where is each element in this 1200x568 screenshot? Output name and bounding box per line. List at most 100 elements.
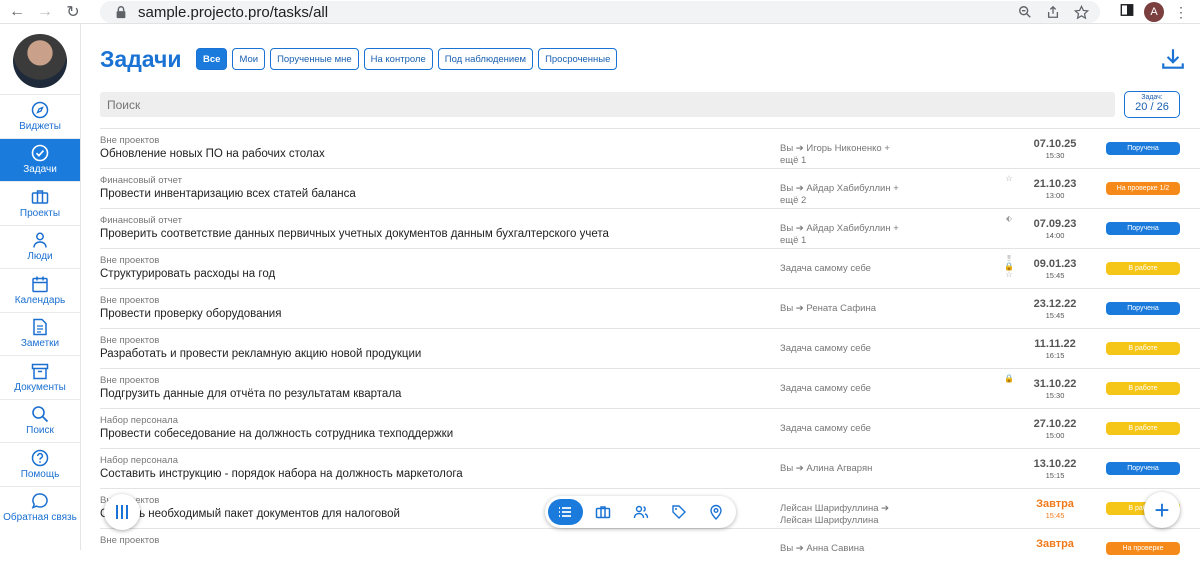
task-row[interactable]: Вне проектов Структурировать расходы на г… [100,248,1200,288]
task-time: 13:00 [1045,191,1065,200]
sidebar-item-briefcase[interactable]: Проекты [0,181,80,225]
sidebar-item-help[interactable]: Помощь [0,442,80,486]
reload-icon[interactable]: ↻ [62,1,84,23]
filter-tabs: Все Мои Порученные мне На контроле Под наблю… [196,48,618,70]
menu-dots-icon[interactable]: ⋮ [1174,4,1188,21]
task-row[interactable]: Вне проектов Обновление новых ПО на рабоч… [100,128,1200,168]
sidebar-item-calendar[interactable]: Календарь [0,268,80,312]
task-row[interactable]: Финансовый отчет Проверить соответствие д… [100,208,1200,248]
sidebar-item-check-circle[interactable]: Задачи [0,137,80,181]
sidebar-item-search[interactable]: Поиск [0,398,80,443]
task-category: Набор персонала [100,455,178,466]
task-category: Вне проектов [100,295,160,306]
download-icon[interactable] [1160,46,1186,72]
note-icon [33,319,47,336]
filter-tab[interactable]: Все [196,48,228,70]
status-badge: Поручена [1106,462,1180,475]
search-icon [32,406,49,423]
sidebar-item-label: Документы [14,381,66,393]
task-time: 15:45 [1045,511,1065,520]
filter-tab[interactable]: На контроле [363,48,433,70]
task-name[interactable]: Провести проверку оборудования [100,308,281,320]
task-counter-label: Задач: [1141,94,1163,101]
sidebar-item-person[interactable]: Люди [0,224,80,269]
briefcase-icon [596,506,611,519]
tags-view-button[interactable] [662,499,696,525]
map-view-button[interactable] [699,499,733,525]
task-date: Завтра [1036,498,1074,510]
archive-icon [31,363,49,379]
side-panel-icon[interactable] [1120,3,1134,22]
sidebar-item-chat[interactable]: Обратная связь [0,485,80,530]
sidebar-item-compass[interactable]: Виджеты [0,94,80,138]
sidebar-item-archive[interactable]: Документы [0,355,80,399]
task-row[interactable]: Финансовый отчет Провести инвентаризацию … [100,168,1200,208]
task-row[interactable]: Набор персонала Провести собеседование на… [100,408,1200,448]
task-row[interactable]: Набор персонала Составить инструкцию - по… [100,448,1200,488]
columns-toggle-button[interactable] [104,494,140,530]
task-category: Финансовый отчет [100,175,182,186]
task-time: 15:15 [1045,471,1065,480]
task-time: 16:15 [1045,351,1065,360]
profile-avatar[interactable]: A [1144,2,1164,22]
task-category: Вне проектов [100,375,160,386]
projects-view-button[interactable] [587,499,621,525]
people-view-button[interactable] [624,499,658,525]
status-badge: В работе [1106,342,1180,355]
person-icon [33,232,47,248]
lock-icon [116,6,126,19]
user-avatar[interactable] [13,34,67,88]
address-bar[interactable]: sample.projecto.pro/tasks/all [100,1,1100,23]
task-name[interactable]: Подгрузить данные для отчёта по результа… [100,388,401,400]
task-name[interactable]: Составить инструкцию - порядок набора на… [100,468,463,480]
task-name[interactable]: Проверить соответствие данных первичных … [100,228,609,240]
check-circle-icon [31,144,49,162]
filter-tab[interactable]: Мои [232,48,266,70]
task-name[interactable]: Провести инвентаризацию всех статей бала… [100,188,356,200]
bookmark-star-icon[interactable] [1072,3,1090,21]
task-category: Вне проектов [100,335,160,346]
task-time: 15:45 [1045,271,1065,280]
task-row[interactable]: Вне проектов Разработать и провести рекла… [100,328,1200,368]
task-marks: ☆ [1005,174,1013,183]
filter-tab[interactable]: Под наблюдением [437,48,534,70]
task-name[interactable]: Собрать необходимый пакет документов для… [100,508,400,520]
filter-tab[interactable]: Порученные мне [270,48,359,70]
task-name[interactable]: Обновление новых ПО на рабочих столах [100,148,325,160]
task-row[interactable]: Вне проектов Вы ➔ Анна Савина Завтра На про… [100,528,1200,568]
task-assignee: Задача самому себе [780,423,871,434]
share-icon[interactable] [1044,3,1062,21]
sidebar-item-label: Поиск [26,425,54,437]
status-badge: На проверке [1106,542,1180,555]
task-date: 11.11.22 [1034,338,1076,350]
back-icon[interactable]: ← [6,1,28,23]
task-date: 09.01.23 [1033,258,1077,270]
task-row[interactable]: Вне проектов Подгрузить данные для отчёта… [100,368,1200,408]
add-task-button[interactable]: + [1144,492,1180,528]
task-row[interactable]: Вне проектов Провести проверку оборудован… [100,288,1200,328]
columns-icon [116,505,128,519]
status-badge: В работе [1106,382,1180,395]
briefcase-icon [31,190,49,204]
task-name[interactable]: Структурировать расходы на год [100,268,275,280]
filter-tab[interactable]: Просроченные [538,48,618,70]
plus-icon: + [1154,494,1170,525]
location-pin-icon [710,504,722,520]
task-name[interactable]: Разработать и провести рекламную акцию н… [100,348,421,360]
task-time: 15:00 [1045,431,1065,440]
task-assignee: Задача самому себе [780,383,871,394]
sidebar: Виджеты Задачи Проекты Люди Календарь Заметки… [0,24,81,550]
task-name[interactable]: Провести собеседование на должность сотр… [100,428,453,440]
sidebar-item-note[interactable]: Заметки [0,311,80,356]
task-counter[interactable]: Задач: 20 / 26 [1124,91,1180,118]
search-input[interactable] [100,92,1115,117]
status-badge: В работе [1106,422,1180,435]
task-date: 07.10.25 [1033,138,1077,150]
tag-icon [671,505,686,519]
status-badge: Поручена [1106,302,1180,315]
task-category: Вне проектов [100,255,160,266]
zoom-icon[interactable] [1016,3,1034,21]
forward-icon[interactable]: → [34,1,56,23]
list-view-button[interactable] [548,499,583,525]
status-badge: Поручена [1106,142,1180,155]
